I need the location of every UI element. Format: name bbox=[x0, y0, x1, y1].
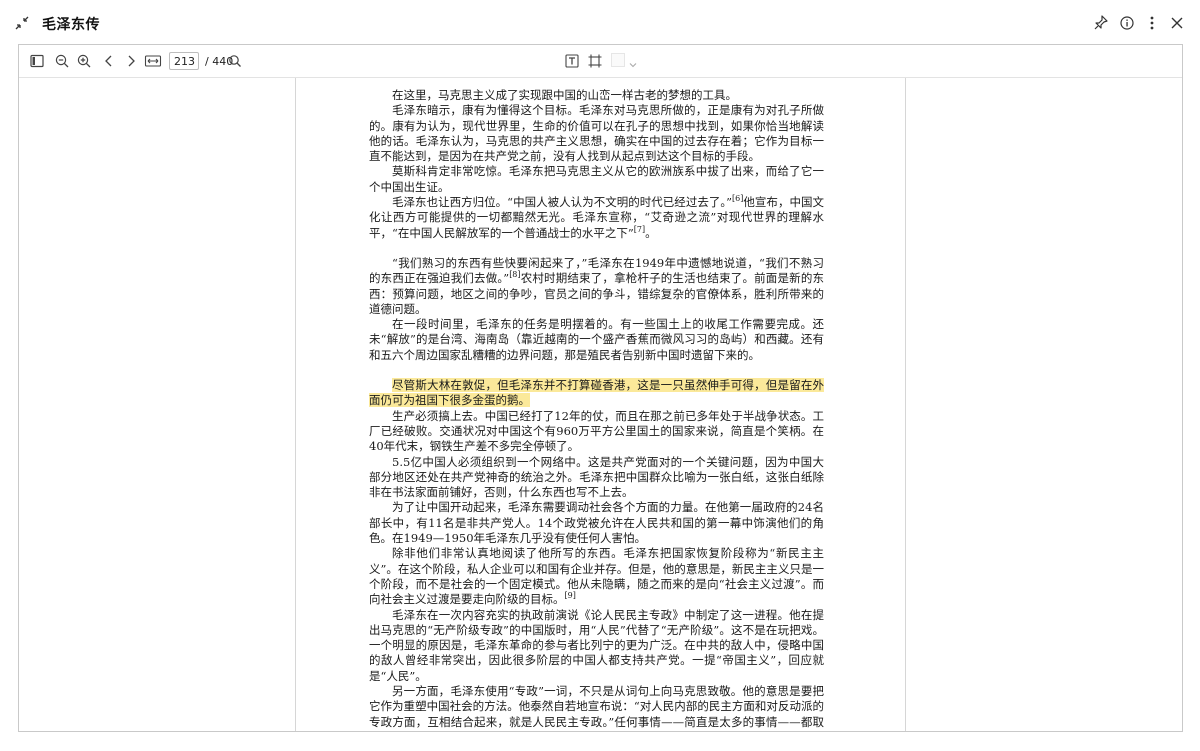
collapse-arrows-icon[interactable] bbox=[14, 15, 30, 31]
paragraph: 毛泽东暗示，康有为懂得这个目标。毛泽东对马克思所做的，正是康有为对孔子所做的。康… bbox=[369, 103, 824, 164]
footnote-ref[interactable]: [7] bbox=[634, 225, 645, 234]
footnote-ref[interactable]: [9] bbox=[565, 591, 576, 600]
sidebar-toggle-icon[interactable] bbox=[29, 53, 45, 69]
paragraph: 莫斯科肯定非常吃惊。毛泽东把马克思主义从它的欧洲族系中拔了出来，而给了它一个中国… bbox=[369, 164, 824, 194]
footnote-ref[interactable]: [8] bbox=[509, 270, 520, 279]
window-title: 毛泽东传 bbox=[42, 17, 100, 33]
search-icon[interactable] bbox=[228, 53, 244, 69]
page-area: 在这里，马克思主义成了实现跟中国的山峦一样古老的梦想的工具。 毛泽东暗示，康有为… bbox=[19, 78, 1182, 731]
crop-icon[interactable] bbox=[587, 53, 603, 69]
paragraph: 生产必须搞上去。中国已经打了12年的仗，而且在那之前已多年处于半战争状态。工厂已… bbox=[369, 408, 824, 454]
zoom-in-icon[interactable] bbox=[76, 53, 92, 69]
paragraph-text: 毛泽东也让西方归位。“中国人被人认为不文明的时代已经过去了。” bbox=[392, 195, 733, 210]
footnote-ref[interactable]: [6] bbox=[732, 194, 743, 203]
paragraph: 除非他们非常认真地阅读了他所写的东西。毛泽东把国家恢复阶段称为“新民主主义”。在… bbox=[369, 546, 824, 607]
more-vertical-icon[interactable] bbox=[1146, 14, 1158, 34]
paragraph: 毛泽东在一次内容充实的执政前演说《论人民民主专政》中制定了这一进程。他在提出马克… bbox=[369, 607, 824, 683]
page-content: 在这里，马克思主义成了实现跟中国的山峦一样古老的梦想的工具。 毛泽东暗示，康有为… bbox=[369, 88, 824, 731]
text-tool-icon[interactable] bbox=[564, 53, 580, 69]
highlight[interactable]: 尽管斯大林在敦促，但毛泽东并不打算碰香港，这是一只虽然伸手可得，但是留在外面仍可… bbox=[369, 378, 824, 408]
next-page-icon[interactable] bbox=[123, 53, 139, 69]
paragraph: “我们熟习的东西有些快要闲起来了，”毛泽东在1949年中遗憾地说道，“我们不熟习… bbox=[369, 256, 824, 317]
fit-width-icon[interactable] bbox=[144, 53, 162, 69]
previous-page-icon[interactable] bbox=[101, 53, 117, 69]
pin-icon[interactable] bbox=[1093, 14, 1109, 34]
paragraph: 在一段时间里，毛泽东的任务是明摆着的。有一些国土上的收尾工作需要完成。还未“解放… bbox=[369, 317, 824, 362]
paragraph-text: 。 bbox=[645, 225, 657, 240]
title-bar: 毛泽东传 bbox=[0, 0, 1200, 46]
page-edge-left bbox=[295, 78, 296, 731]
page-edge-right bbox=[905, 78, 906, 731]
document-viewer: / 440 在这里，马克思主义成了实现跟中国的山峦一样古老的梦想的工具。 毛泽东… bbox=[18, 44, 1183, 732]
page-number-input[interactable] bbox=[169, 52, 199, 70]
paragraph-text: 除非他们非常认真地阅读了他所写的东西。毛泽东把国家恢复阶段称为“新民主主义”。在… bbox=[369, 546, 824, 607]
close-icon[interactable] bbox=[1169, 14, 1185, 34]
chevron-down-icon[interactable] bbox=[628, 55, 638, 74]
paragraph: 为了让中国开动起来，毛泽东需要调动社会各个方面的力量。在他第一届政府的24名部长… bbox=[369, 500, 824, 546]
zoom-out-icon[interactable] bbox=[54, 53, 70, 69]
paragraph: 另一方面，毛泽东使用“专政”一词，不只是从词句上向马克思致敬。他的意思是要把它作… bbox=[369, 683, 824, 731]
info-icon[interactable] bbox=[1119, 14, 1135, 34]
paragraph: 在这里，马克思主义成了实现跟中国的山峦一样古老的梦想的工具。 bbox=[392, 88, 737, 102]
highlighted-paragraph: 尽管斯大林在敦促，但毛泽东并不打算碰香港，这是一只虽然伸手可得，但是留在外面仍可… bbox=[369, 378, 824, 409]
viewer-toolbar: / 440 bbox=[19, 45, 1182, 78]
paragraph: 毛泽东也让西方归位。“中国人被人认为不文明的时代已经过去了。”[6]他宣布，中国… bbox=[369, 195, 824, 241]
highlight-color-icon[interactable] bbox=[611, 53, 625, 67]
paragraph: 5.5亿中国人必须组织到一个网络中。这是共产党面对的一个关键问题，因为中国大部分… bbox=[369, 454, 824, 500]
